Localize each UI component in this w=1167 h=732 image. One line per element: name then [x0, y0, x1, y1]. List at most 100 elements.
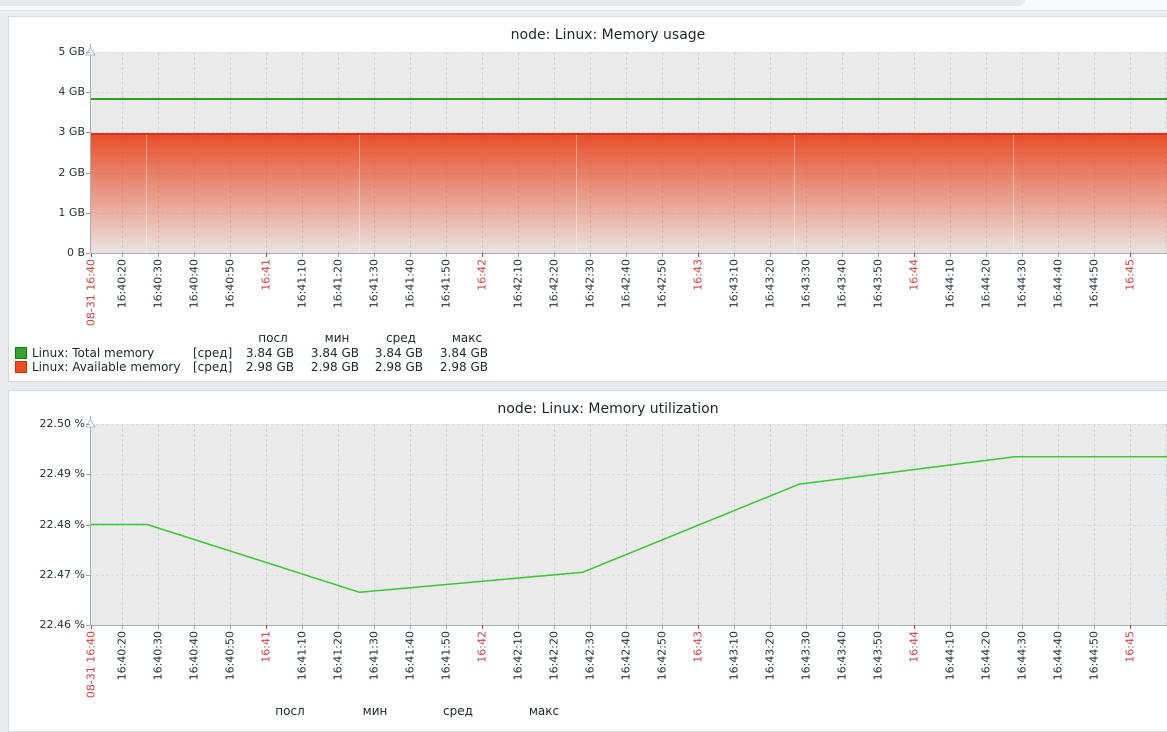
x-tick-label: 16:40:30 [152, 259, 165, 308]
x-tick [122, 625, 123, 629]
x-tick [302, 625, 303, 629]
y-tick-label: 3 GB [9, 125, 85, 138]
x-tick-label: 16:42:50 [656, 259, 669, 308]
area-segment-seam [576, 135, 577, 253]
x-tick-label: 16:41:20 [332, 259, 345, 308]
x-tick-label: 16:43 [692, 259, 705, 291]
y-tick [86, 474, 90, 475]
x-tick [410, 625, 411, 629]
x-tick-label: 16:44:40 [1052, 259, 1065, 308]
y-tick [86, 52, 90, 53]
x-tick [518, 253, 519, 257]
x-tick [1022, 253, 1023, 257]
y-tick [86, 132, 90, 133]
legend-swatch[interactable] [15, 361, 27, 373]
y-tick-label: 22.46 % [9, 618, 85, 631]
x-tick [662, 625, 663, 629]
legend-swatch[interactable] [15, 347, 27, 359]
legend-stat-header: мин [335, 704, 415, 718]
x-tick-label: 16:44:20 [980, 259, 993, 308]
memory-usage-plot[interactable]: 08-31 16:4016:40:2016:40:3016:40:4016:40… [91, 52, 1167, 253]
x-tick [1022, 625, 1023, 629]
x-tick-label: 16:43:40 [836, 259, 849, 308]
x-tick-label: 16:40:50 [224, 259, 237, 308]
legend-value: 2.98 GB [408, 360, 488, 374]
x-tick [806, 625, 807, 629]
x-tick-label: 16:42:10 [512, 631, 525, 680]
x-tick [770, 253, 771, 257]
y-tick-label: 2 GB [9, 166, 85, 179]
x-tick-label: 16:43:10 [728, 631, 741, 680]
legend-stat-header: посл [250, 704, 330, 718]
memory-utilization-widget: node: Linux: Memory utilization 08-31 16… [8, 390, 1167, 732]
y-tick [86, 525, 90, 526]
y-tick-label: 22.47 % [9, 568, 85, 581]
x-tick [266, 253, 267, 257]
total-memory-line [91, 98, 1167, 100]
x-tick [950, 625, 951, 629]
x-tick [446, 625, 447, 629]
x-tick [518, 625, 519, 629]
x-tick [842, 253, 843, 257]
utilization-line [91, 424, 1167, 625]
x-tick [194, 253, 195, 257]
x-tick-label: 16:42:30 [584, 259, 597, 308]
y-tick-label: 22.49 % [9, 467, 85, 480]
x-tick [878, 253, 879, 257]
x-tick-label: 16:42:20 [548, 631, 561, 680]
x-tick [1094, 253, 1095, 257]
y-tick [86, 253, 90, 254]
y-tick-label: 5 GB [9, 45, 85, 58]
x-tick-label: 16:41:50 [440, 631, 453, 680]
x-tick [842, 625, 843, 629]
legend-stat-header: макс [504, 704, 584, 718]
x-tick-label: 16:42:30 [584, 631, 597, 680]
x-tick [554, 625, 555, 629]
area-segment-seam [146, 135, 147, 253]
available-memory-area [91, 133, 1167, 253]
y-tick-label: 22.50 % [9, 417, 85, 430]
x-tick-label: 16:40:20 [116, 259, 129, 308]
x-tick [554, 253, 555, 257]
legend-stat-header: макс [427, 331, 507, 345]
zabbix-dashboard-screen: { "legend_stat_headers": ["посл", "мин",… [0, 0, 1167, 711]
x-tick-label: 16:41:10 [296, 259, 309, 308]
x-tick [986, 625, 987, 629]
x-tick [590, 253, 591, 257]
legend-series-name: Linux: Available memory [32, 360, 180, 374]
browser-chrome-strip [0, 0, 1167, 11]
area-segment-seam [794, 135, 795, 253]
x-axis [91, 253, 1167, 254]
x-tick [986, 253, 987, 257]
x-tick-label: 16:40:30 [152, 631, 165, 680]
chart-title-memory-utilization: node: Linux: Memory utilization [9, 401, 1167, 417]
x-tick [1058, 625, 1059, 629]
x-tick-label: 16:40:40 [188, 259, 201, 308]
x-tick-label: 16:42:40 [620, 631, 633, 680]
x-tick-label: 16:41:30 [368, 259, 381, 308]
x-tick [230, 625, 231, 629]
memory-utilization-plot[interactable]: 08-31 16:4016:40:2016:40:3016:40:4016:40… [91, 424, 1167, 625]
x-tick [122, 253, 123, 257]
x-tick [806, 253, 807, 257]
x-tick [158, 253, 159, 257]
y-tick [86, 625, 90, 626]
x-tick-label: 16:44:30 [1016, 259, 1029, 308]
x-tick-label: 16:45 [1124, 631, 1137, 663]
x-tick-label: 16:44:10 [944, 259, 957, 308]
x-tick [1130, 625, 1131, 629]
x-tick-label: 16:41:50 [440, 259, 453, 308]
x-tick [302, 253, 303, 257]
legend-series-name: Linux: Total memory [32, 346, 154, 360]
x-tick-label: 16:44:10 [944, 631, 957, 680]
x-tick [698, 625, 699, 629]
x-tick-label: 16:42:40 [620, 259, 633, 308]
x-tick [734, 625, 735, 629]
x-tick [446, 253, 447, 257]
x-tick-label: 16:42 [476, 259, 489, 291]
x-tick-label: 16:41:20 [332, 631, 345, 680]
x-tick-label: 16:44 [908, 631, 921, 663]
x-tick-label: 16:40:50 [224, 631, 237, 680]
x-tick-label: 16:42:10 [512, 259, 525, 308]
x-tick-label: 16:41:30 [368, 631, 381, 680]
